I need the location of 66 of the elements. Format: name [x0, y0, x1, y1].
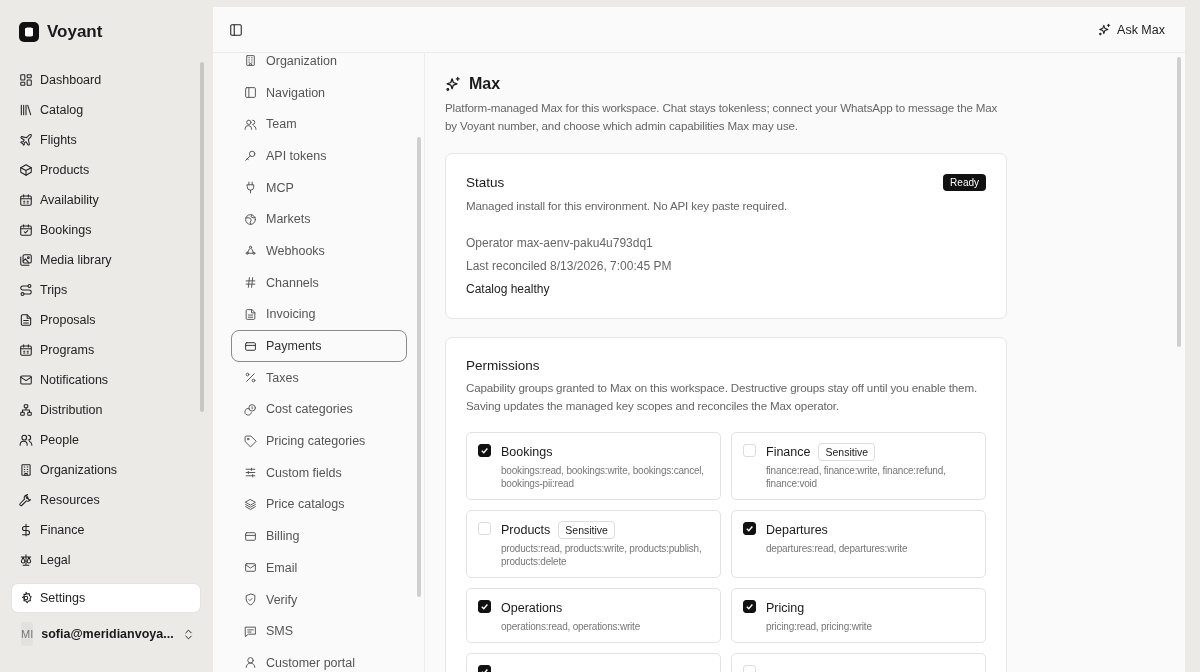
- settings-nav-item[interactable]: Markets: [231, 203, 407, 236]
- settings-nav-item[interactable]: MCP: [231, 171, 407, 204]
- sidebar-item[interactable]: Settings: [12, 584, 200, 612]
- settings-nav-item[interactable]: API tokens: [231, 140, 407, 172]
- scope-list: departures:read, departures:write: [766, 542, 908, 555]
- scope-list: pricing:read, pricing:write: [766, 620, 872, 633]
- sidebar-item[interactable]: Flights: [12, 125, 200, 155]
- sidebar-item[interactable]: Bookings: [12, 215, 200, 245]
- sidebar-item[interactable]: Trips: [12, 275, 200, 305]
- settings-nav-item[interactable]: SMS: [231, 615, 407, 648]
- status-badge: Ready: [943, 174, 986, 191]
- card-description: Managed install for this environment. No API key paste required.: [466, 198, 788, 214]
- user-avatar: MI: [21, 622, 34, 646]
- settings-nav-item[interactable]: Price catalogs: [231, 488, 407, 521]
- settings-nav-item[interactable]: Taxes: [231, 361, 407, 394]
- sidebar-item[interactable]: Dashboard: [12, 65, 200, 95]
- sensitive-badge: Sensitive: [818, 443, 876, 461]
- scope-list: finance:read, finance:write, finance:refund, finance:void: [766, 464, 975, 490]
- group-name: Operations: [501, 601, 563, 615]
- sidebar-item[interactable]: Availability: [12, 185, 200, 215]
- user-email[interactable]: sofia@meridianvoya...: [41, 627, 174, 641]
- card-description: Capability groups granted to Max on this workspace. Destructive groups stay off until you enable them. Saving updates the managed key scopes and reconciles the Max operator.: [466, 380, 978, 414]
- sidebar-item[interactable]: Distribution: [12, 395, 200, 425]
- settings-nav-item[interactable]: Channels: [231, 266, 407, 299]
- card-title: Permissions: [466, 358, 541, 373]
- settings-nav-item[interactable]: Webhooks: [231, 235, 407, 267]
- settings-nav-item[interactable]: Invoicing: [231, 298, 407, 331]
- sidebar-item[interactable]: Notifications: [12, 365, 200, 395]
- settings-nav-item[interactable]: Navigation: [231, 76, 407, 109]
- card-title: Status: [466, 175, 505, 190]
- sidebar-item[interactable]: Proposals: [12, 305, 200, 335]
- sidebar-item[interactable]: Catalog: [12, 95, 200, 125]
- settings-nav-item[interactable]: Cost categories: [231, 393, 407, 426]
- scope-list: bookings:read, bookings:write, bookings:cancel, bookings-pii:read: [501, 464, 710, 490]
- group-name: Finance: [766, 445, 811, 459]
- settings-nav-item[interactable]: Customer portal: [231, 647, 407, 672]
- scope-list: operations:read, operations:write: [501, 620, 641, 633]
- group-name: Departures: [766, 523, 828, 537]
- scope-list: products:read, products:write, products:publish, products:delete: [501, 542, 710, 568]
- reconciled-text: Last reconciled 8/13/2026, 7:00:45 PM: [466, 258, 673, 275]
- settings-nav-item[interactable]: Email: [231, 552, 407, 584]
- settings-nav-item[interactable]: Pricing categories: [231, 425, 407, 457]
- settings-nav-item[interactable]: Verify: [231, 583, 407, 616]
- sidebar-item[interactable]: Legal: [12, 545, 200, 575]
- settings-nav-item[interactable]: Team: [231, 108, 407, 141]
- page-description: Platform-managed Max for this workspace. Chat stays tokenless; connect your WhatsApp to message the Max by Voyant number, and choose which admin capabilities Max may use.: [445, 100, 999, 134]
- brand-name: Voyant: [47, 22, 103, 42]
- sidebar-item[interactable]: Media library: [12, 245, 200, 275]
- group-name: Bookings: [501, 445, 553, 459]
- sensitive-badge: Sensitive: [558, 521, 615, 539]
- group-name: Pricing: [766, 601, 805, 615]
- sidebar-item[interactable]: Finance: [12, 515, 200, 545]
- sidebar-item[interactable]: Products: [12, 155, 200, 185]
- sidebar-item[interactable]: Resources: [12, 485, 200, 515]
- sidebar-item[interactable]: Programs: [12, 335, 200, 365]
- settings-nav-item[interactable]: Custom fields: [231, 456, 407, 489]
- operator-text: Operator max-aenv-paku4u793dq1: [466, 235, 654, 252]
- sidebar-item[interactable]: Organizations: [12, 455, 200, 485]
- sidebar-item[interactable]: People: [12, 425, 200, 455]
- settings-nav-item[interactable]: Payments: [231, 330, 407, 362]
- ask-max-button[interactable]: Ask Max: [1092, 18, 1171, 41]
- group-name: Products: [501, 523, 551, 537]
- settings-nav-item[interactable]: Organization: [231, 53, 407, 77]
- health-text: Catalog healthy: [466, 281, 551, 298]
- page-title: Max: [469, 75, 501, 93]
- settings-nav-item[interactable]: Billing: [231, 520, 407, 552]
